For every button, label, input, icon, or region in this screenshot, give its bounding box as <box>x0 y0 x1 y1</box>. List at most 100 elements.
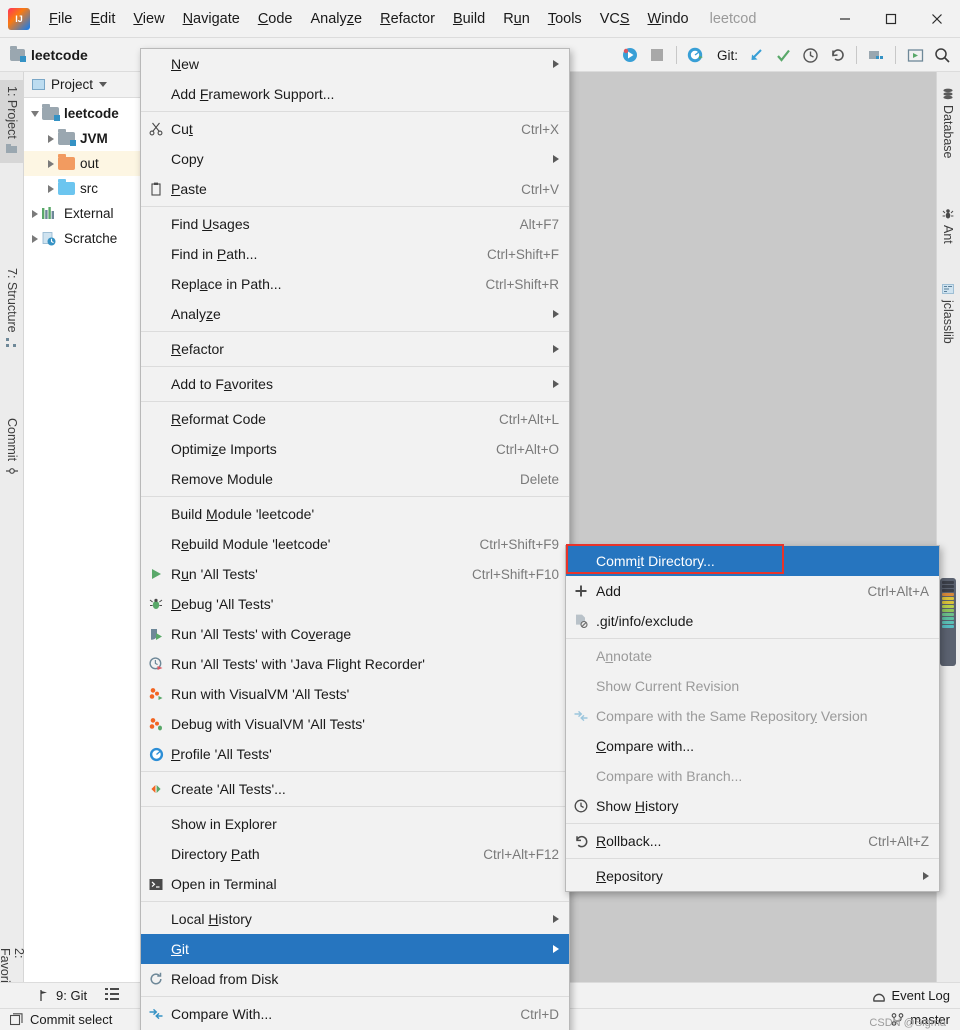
project-structure-icon[interactable] <box>864 43 888 67</box>
tool-window-tab-database[interactable]: Database <box>936 82 960 165</box>
context-menu-item[interactable]: Git <box>141 934 569 964</box>
run-icon[interactable] <box>618 43 642 67</box>
context-menu-item-label: Rebuild Module 'leetcode' <box>171 536 331 552</box>
database-icon <box>941 88 955 100</box>
git-submenu-item-label: Commit Directory... <box>596 553 715 569</box>
tool-window-tab-project[interactable]: 1: Project <box>0 80 24 163</box>
breadcrumb[interactable]: leetcode <box>10 45 88 63</box>
menubar-item-file[interactable]: File <box>40 8 81 30</box>
toolbar-actions: Git: <box>618 38 954 72</box>
tool-window-tab-ant[interactable]: Ant <box>936 202 960 250</box>
context-menu-item[interactable]: Run 'All Tests' Ctrl+Shift+F10 <box>141 559 569 589</box>
chevron-down-icon[interactable] <box>99 82 108 87</box>
profiler-icon[interactable] <box>684 43 708 67</box>
stop-icon[interactable] <box>645 43 669 67</box>
git-submenu-item[interactable]: .git/info/exclude <box>566 606 939 636</box>
context-menu-item[interactable]: Add to Favorites <box>141 369 569 399</box>
git-commit-check-icon[interactable] <box>771 43 795 67</box>
git-submenu-item[interactable]: Add Ctrl+Alt+A <box>566 576 939 606</box>
menubar-item-windo[interactable]: Windo <box>639 8 698 30</box>
menubar-item-edit[interactable]: Edit <box>81 8 124 30</box>
menubar-item-code[interactable]: Code <box>249 8 302 30</box>
context-menu-item[interactable]: Show in Explorer <box>141 809 569 839</box>
context-menu-item[interactable]: Find Usages Alt+F7 <box>141 209 569 239</box>
tool-window-list-icon[interactable] <box>105 987 120 1005</box>
context-menu-item[interactable]: Debug with VisualVM 'All Tests' <box>141 709 569 739</box>
context-menu-item-label: Remove Module <box>171 471 273 487</box>
context-menu-item[interactable]: Cut Ctrl+X <box>141 114 569 144</box>
context-menu-item[interactable]: Compare With... Ctrl+D <box>141 999 569 1029</box>
context-menu-item-shortcut: Ctrl+Alt+O <box>495 441 559 457</box>
context-menu-item[interactable]: Local History <box>141 904 569 934</box>
context-menu-item[interactable]: Analyze <box>141 299 569 329</box>
chevron-right-icon[interactable] <box>28 234 42 243</box>
git-update-icon[interactable] <box>744 43 768 67</box>
context-menu-item[interactable]: Refactor <box>141 334 569 364</box>
chevron-right-icon[interactable] <box>28 209 42 218</box>
menubar-item-refactor[interactable]: Refactor <box>371 8 444 30</box>
context-menu-item[interactable]: Open in Terminal <box>141 869 569 899</box>
context-menu-item[interactable]: Paste Ctrl+V <box>141 174 569 204</box>
context-menu-item[interactable]: Find in Path... Ctrl+Shift+F <box>141 239 569 269</box>
profile-icon <box>141 747 171 762</box>
git-submenu-item[interactable]: Compare with... <box>566 731 939 761</box>
context-menu-item[interactable]: Optimize Imports Ctrl+Alt+O <box>141 434 569 464</box>
chevron-right-icon[interactable] <box>44 159 58 168</box>
menu-separator <box>141 331 569 332</box>
context-menu-item[interactable]: Profile 'All Tests' <box>141 739 569 769</box>
event-log-button[interactable]: Event Log <box>872 988 950 1003</box>
tool-window-tab-structure[interactable]: 7: Structure <box>0 262 24 357</box>
minimize-button[interactable] <box>822 0 868 38</box>
context-menu-item[interactable]: Build Module 'leetcode' <box>141 499 569 529</box>
chevron-down-icon[interactable] <box>28 110 42 117</box>
context-menu-item[interactable]: Run 'All Tests' with Coverage <box>141 619 569 649</box>
git-rollback-icon[interactable] <box>825 43 849 67</box>
context-menu-item[interactable]: Remove Module Delete <box>141 464 569 494</box>
tool-window-tab-label: Commit <box>5 418 19 462</box>
git-history-icon[interactable] <box>798 43 822 67</box>
run-green-icon <box>141 567 171 581</box>
context-menu-item[interactable]: Debug 'All Tests' <box>141 589 569 619</box>
menubar-item-run[interactable]: Run <box>494 8 539 30</box>
git-submenu-item: Annotate <box>566 641 939 671</box>
close-button[interactable] <box>914 0 960 38</box>
context-menu-item[interactable]: Copy <box>141 144 569 174</box>
git-tool-window-button[interactable]: 9: Git <box>38 988 87 1003</box>
search-everywhere-icon[interactable] <box>930 43 954 67</box>
context-menu-item[interactable]: Replace in Path... Ctrl+Shift+R <box>141 269 569 299</box>
compare-icon <box>566 710 596 722</box>
history-clock-icon <box>566 799 596 813</box>
context-menu-item[interactable]: Create 'All Tests'... <box>141 774 569 804</box>
git-submenu-item[interactable]: Show History <box>566 791 939 821</box>
menubar-item-tools[interactable]: Tools <box>539 8 591 30</box>
context-menu-item-label: Copy <box>171 151 204 167</box>
context-menu-item[interactable]: Run 'All Tests' with 'Java Flight Record… <box>141 649 569 679</box>
menubar-item-vcs[interactable]: VCS <box>591 8 639 30</box>
git-submenu[interactable]: Commit Directory... Add Ctrl+Alt+A .git/inf… <box>565 545 940 892</box>
chevron-right-icon[interactable] <box>44 134 58 143</box>
menubar-item-analyze[interactable]: Analyze <box>302 8 372 30</box>
context-menu-item[interactable]: Directory Path Ctrl+Alt+F12 <box>141 839 569 869</box>
menubar-item-navigate[interactable]: Navigate <box>174 8 249 30</box>
project-tree-node-label: out <box>80 156 99 171</box>
context-menu-item[interactable]: Reformat Code Ctrl+Alt+L <box>141 404 569 434</box>
git-submenu-item[interactable]: Rollback... Ctrl+Alt+Z <box>566 826 939 856</box>
menubar-item-view[interactable]: View <box>124 8 173 30</box>
context-menu-item[interactable]: Rebuild Module 'leetcode' Ctrl+Shift+F9 <box>141 529 569 559</box>
tool-window-tab-jclasslib[interactable]: jclasslib <box>936 277 960 350</box>
context-menu-item[interactable]: New <box>141 49 569 79</box>
git-submenu-item[interactable]: Repository <box>566 861 939 891</box>
context-menu-item[interactable]: Reload from Disk <box>141 964 569 994</box>
context-menu-item-label: Compare With... <box>171 1006 273 1022</box>
menu-separator <box>141 206 569 207</box>
chevron-right-icon[interactable] <box>44 184 58 193</box>
maximize-button[interactable] <box>868 0 914 38</box>
context-menu[interactable]: New Add Framework Support... Cut Ctrl+X Copy… <box>140 48 570 1030</box>
run-config-icon[interactable] <box>903 43 927 67</box>
git-submenu-item[interactable]: Commit Directory... <box>566 546 939 576</box>
tool-window-tab-commit[interactable]: Commit <box>0 412 24 485</box>
status-message: Commit select <box>10 1012 112 1027</box>
context-menu-item[interactable]: Add Framework Support... <box>141 79 569 109</box>
menubar-item-build[interactable]: Build <box>444 8 494 30</box>
context-menu-item[interactable]: Run with VisualVM 'All Tests' <box>141 679 569 709</box>
